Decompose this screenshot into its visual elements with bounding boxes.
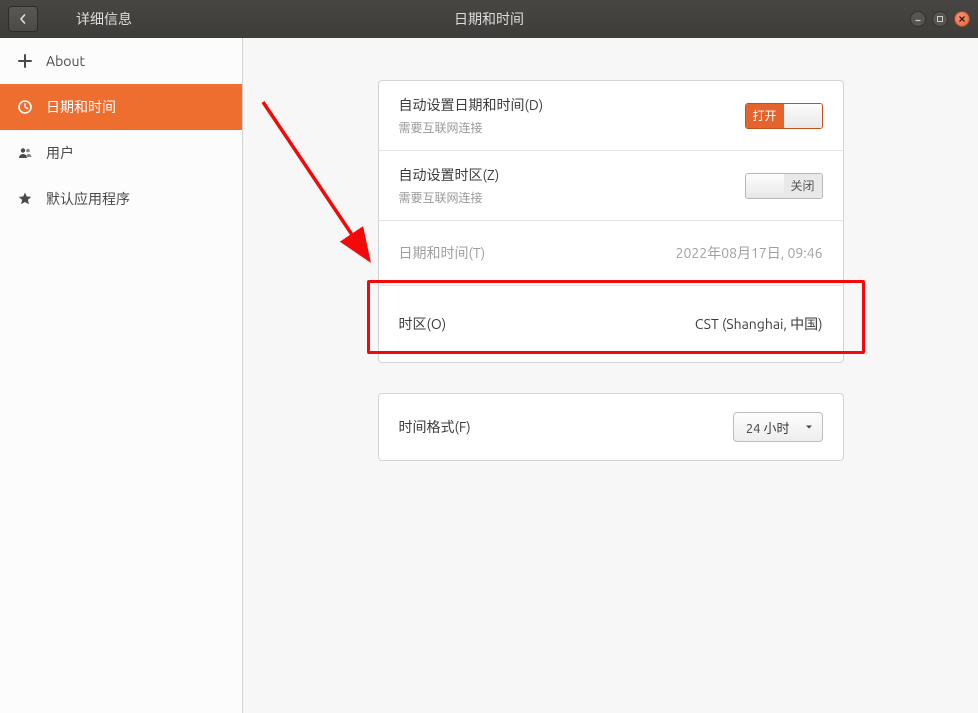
row-auto-datetime: 自动设置日期和时间(D) 需要互联网连接 打开 [379, 81, 843, 151]
minimize-button[interactable] [910, 11, 926, 27]
title-left: 详细信息 [76, 9, 132, 29]
sidebar-item-label: About [46, 53, 85, 69]
sidebar-item-default-apps[interactable]: 默认应用程序 [0, 176, 242, 222]
window-controls [910, 11, 970, 27]
row-timezone[interactable]: 时区(O) CST (Shanghai, 中国) [379, 286, 843, 362]
minimize-icon [914, 15, 922, 23]
back-button[interactable] [8, 6, 38, 32]
title-center: 日期和时间 [454, 9, 524, 29]
toggle-knob [784, 104, 822, 128]
auto-datetime-toggle[interactable]: 打开 [745, 103, 823, 129]
row-auto-timezone: 自动设置时区(Z) 需要互联网连接 关闭 [379, 151, 843, 221]
dropdown-value: 24 小时 [746, 418, 790, 437]
row-label: 自动设置日期和时间(D) [399, 95, 544, 115]
star-icon [16, 190, 34, 208]
row-time-format: 时间格式(F) 24 小时 [379, 394, 843, 460]
toggle-label: 关闭 [784, 174, 822, 198]
timezone-value: CST (Shanghai, 中国) [695, 314, 823, 334]
maximize-button[interactable] [932, 11, 948, 27]
settings-panel-format: 时间格式(F) 24 小时 [378, 393, 844, 461]
sidebar-item-datetime[interactable]: 日期和时间 [0, 84, 242, 130]
row-datetime[interactable]: 日期和时间(T) 2022年08月17日, 09:46 [379, 221, 843, 286]
maximize-icon [936, 15, 944, 23]
sidebar-item-about[interactable]: About [0, 38, 242, 84]
datetime-value: 2022年08月17日, 09:46 [676, 243, 823, 263]
auto-timezone-toggle[interactable]: 关闭 [745, 173, 823, 199]
chevron-down-icon [804, 422, 814, 432]
sidebar: About 日期和时间 用户 默认应用程序 [0, 38, 243, 713]
toggle-knob [746, 174, 784, 198]
sidebar-item-label: 日期和时间 [46, 97, 116, 117]
close-button[interactable] [954, 11, 970, 27]
row-label: 时区(O) [399, 314, 447, 334]
plus-icon [16, 52, 34, 70]
row-sublabel: 需要互联网连接 [399, 189, 500, 206]
row-sublabel: 需要互联网连接 [399, 119, 544, 136]
chevron-left-icon [18, 14, 28, 24]
row-label: 时间格式(F) [399, 417, 471, 437]
row-label: 自动设置时区(Z) [399, 165, 500, 185]
sidebar-item-label: 默认应用程序 [46, 189, 130, 209]
sidebar-item-users[interactable]: 用户 [0, 130, 242, 176]
time-format-dropdown[interactable]: 24 小时 [733, 412, 823, 442]
clock-icon [16, 98, 34, 116]
row-label: 日期和时间(T) [399, 243, 486, 263]
settings-panel-main: 自动设置日期和时间(D) 需要互联网连接 打开 自动设置时区(Z) 需要互联网连… [378, 80, 844, 363]
close-icon [958, 15, 966, 23]
sidebar-item-label: 用户 [46, 143, 74, 163]
toggle-label: 打开 [746, 104, 784, 128]
users-icon [16, 144, 34, 162]
titlebar: 详细信息 日期和时间 [0, 0, 978, 38]
content-area: 自动设置日期和时间(D) 需要互联网连接 打开 自动设置时区(Z) 需要互联网连… [243, 38, 978, 713]
